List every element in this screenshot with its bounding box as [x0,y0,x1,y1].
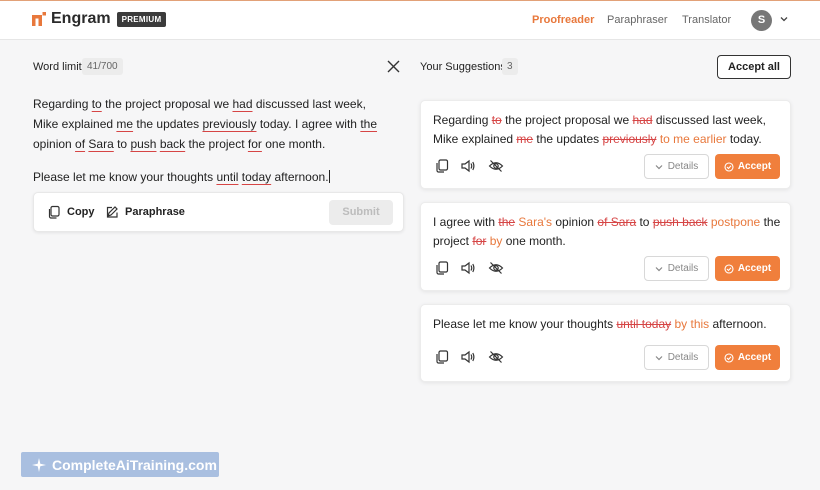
deleted-text: had [632,113,653,127]
eye-off-icon[interactable] [488,158,504,174]
text-caret [328,170,330,183]
speaker-icon[interactable] [460,349,476,365]
premium-badge: PREMIUM [116,11,167,27]
error-word[interactable]: back [160,137,185,151]
error-word[interactable]: today [242,170,271,184]
suggestion-card: I agree with the Sara's opinion of Sara … [420,202,791,291]
suggestion-card: Please let me know your thoughts until t… [420,304,791,382]
brand[interactable]: Engram PREMIUM [32,10,167,28]
speaker-icon[interactable] [460,260,476,276]
check-circle-icon [724,161,734,172]
eye-off-icon[interactable] [488,349,504,365]
error-word[interactable]: Sara [88,137,113,151]
error-word[interactable]: to [92,97,102,111]
watermark-banner: CompleteAiTraining.com [21,452,219,477]
word-count-badge: 41/700 [82,58,123,75]
editor-paragraph-1: Regarding to the project proposal we had… [33,97,378,151]
deleted-text: me [516,132,534,146]
details-button[interactable]: Details [644,154,709,179]
error-word[interactable]: for [248,137,262,151]
user-avatar[interactable]: S [751,10,772,31]
error-word[interactable]: the [360,117,377,131]
eye-off-icon[interactable] [488,260,504,276]
suggestion-text: Please let me know your thoughts until t… [433,317,767,331]
speaker-icon[interactable] [460,158,476,174]
check-circle-icon [724,352,734,363]
details-button[interactable]: Details [644,256,709,281]
pen-icon [106,206,118,218]
editor-paragraph-2: Please let me know your thoughts until t… [33,170,330,184]
chevron-down-icon [655,355,663,360]
inserted-text: by [486,234,503,248]
accept-all-button[interactable]: Accept all [717,55,791,79]
paraphrase-button[interactable]: Paraphrase [105,205,185,219]
watermark-text: CompleteAiTraining.com [52,456,217,473]
suggestions-count-badge: 3 [502,58,518,75]
deleted-text: the [498,215,516,229]
word-limit-label: Word limit [33,61,82,73]
brand-name: Engram [51,10,111,27]
copy-button[interactable]: Copy [47,205,95,219]
chevron-down-icon [655,164,663,169]
nav-translator[interactable]: Translator [682,14,731,26]
error-word[interactable]: had [232,97,252,111]
accept-button[interactable]: Accept [715,154,780,179]
check-circle-icon [724,263,734,274]
accept-button[interactable]: Accept [715,256,780,281]
submit-button[interactable]: Submit [329,200,393,225]
deleted-text: to [491,113,502,127]
top-bar: Engram PREMIUM Proofreader Paraphraser T… [0,0,820,40]
copy-icon [48,205,60,219]
deleted-text: push back [652,215,708,229]
inserted-text: by this [671,317,710,331]
inserted-text: to me earlier [656,132,727,146]
inserted-text: postpone [707,215,761,229]
engram-logo-icon [32,12,46,26]
chevron-down-icon [655,266,663,271]
deleted-text: until today [616,317,672,331]
suggestion-text: Regarding to the project proposal we had… [433,113,766,146]
inserted-text: Sara's [515,215,553,229]
suggestion-text: I agree with the Sara's opinion of Sara … [433,215,781,248]
details-button[interactable]: Details [644,345,709,370]
deleted-text: previously [602,132,657,146]
chevron-down-icon[interactable] [779,15,789,23]
nav-paraphraser[interactable]: Paraphraser [607,14,668,26]
error-word[interactable]: previously [202,117,256,131]
suggestions-title: Your Suggestions [420,61,506,73]
deleted-text: for [472,234,487,248]
text-editor[interactable]: Regarding to the project proposal we had… [33,94,393,187]
copy-icon[interactable] [434,260,450,276]
error-word[interactable]: until [216,170,238,184]
sparkle-logo-icon [32,457,46,472]
copy-icon[interactable] [434,158,450,174]
error-word[interactable]: me [116,117,133,131]
error-word[interactable]: push [130,137,156,151]
copy-icon[interactable] [434,349,450,365]
editor-action-bar: Copy Paraphrase Submit [33,192,404,232]
close-icon[interactable] [386,59,401,74]
nav-proofreader[interactable]: Proofreader [532,14,594,26]
suggestion-card: Regarding to the project proposal we had… [420,100,791,189]
accept-button[interactable]: Accept [715,345,780,370]
deleted-text: of Sara [597,215,637,229]
error-word[interactable]: of [75,137,85,151]
